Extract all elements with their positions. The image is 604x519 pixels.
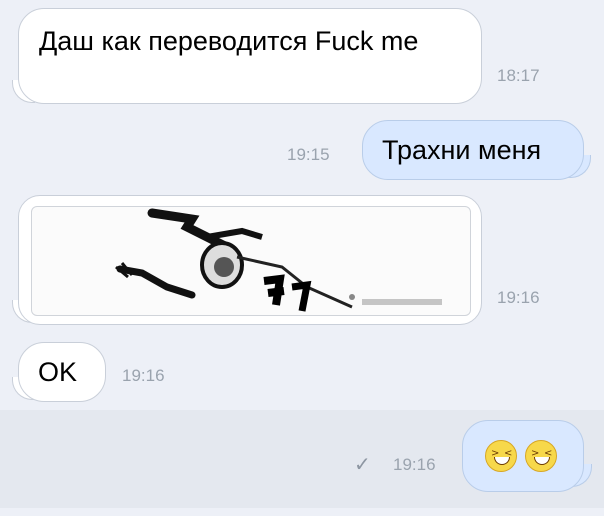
message-time: 19:16 — [393, 455, 436, 474]
cartoon-man-sticker[interactable] — [31, 206, 471, 316]
message-text: OK — [38, 357, 78, 387]
message-time: 19:16 — [122, 366, 165, 385]
grinning-squinting-face-icon: > < — [485, 440, 517, 472]
message-bubble[interactable] — [462, 420, 584, 492]
grinning-squinting-face-icon: > < — [525, 440, 557, 472]
message-time: 18:17 — [497, 66, 540, 85]
sticker-illustration — [115, 208, 442, 312]
message-text: Даш как переводится Fuck me — [39, 26, 419, 56]
message-time: 19:16 — [497, 288, 540, 307]
message-time: 19:15 — [287, 145, 330, 164]
checkmark-icon: ✓ — [354, 454, 371, 476]
message-text: Трахни меня — [382, 135, 542, 165]
